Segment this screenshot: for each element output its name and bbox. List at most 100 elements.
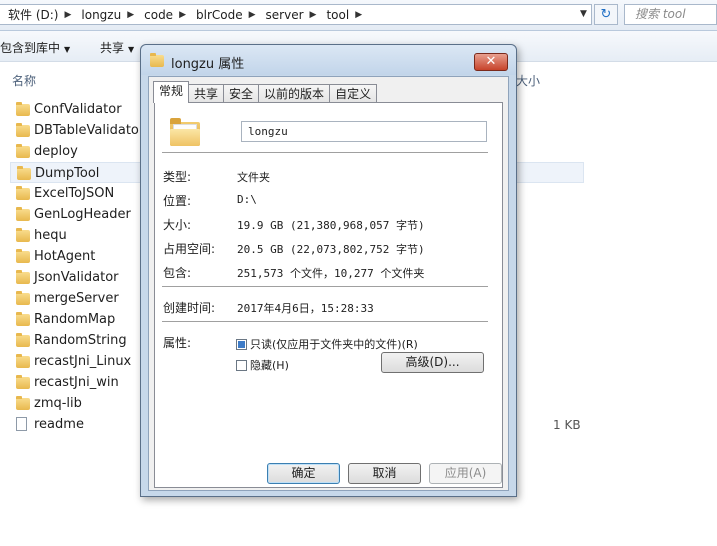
refresh-button[interactable]: ↻ (594, 4, 618, 25)
file-name: DBTableValidator (34, 123, 145, 138)
breadcrumb-item[interactable]: blrCode (188, 8, 247, 22)
file-name: ExcelToJSON (34, 186, 115, 201)
address-bar-area: 软件 (D:) ▶ longzu ▶ code ▶ blrCode ▶ server ▶ tool ▶… (0, 0, 717, 31)
hidden-checkbox[interactable]: 隐藏(H) (236, 357, 289, 373)
folder-icon (16, 270, 30, 284)
file-name: recastJni_Linux (34, 354, 132, 369)
readonly-checkbox[interactable]: 只读(仅应用于文件夹中的文件)(R) (236, 336, 418, 352)
document-icon (16, 417, 30, 431)
advanced-button[interactable]: 高级(D)... (381, 352, 484, 373)
breadcrumb-chevron-icon[interactable]: ▶ (353, 10, 364, 20)
address-box[interactable]: 软件 (D:) ▶ longzu ▶ code ▶ blrCode ▶ server ▶ tool ▶ (0, 4, 592, 25)
refresh-icon: ↻ (600, 7, 612, 22)
file-name: deploy (34, 144, 78, 159)
include-in-library-button[interactable]: 包含到库中 ▼ (0, 39, 70, 56)
tab-1[interactable]: 共享 (188, 84, 225, 103)
dialog-title-bar[interactable]: longzu 属性 ✕ (141, 45, 516, 75)
breadcrumb-item[interactable]: tool (318, 8, 353, 22)
type-label: 类型: (163, 170, 192, 184)
search-input[interactable]: 搜索 tool (624, 4, 717, 25)
folder-icon (16, 207, 30, 221)
properties-dialog: longzu 属性 ✕ 常规 共享 安全 以前的版本 自定义 longzu 类型: 文件… (140, 44, 517, 497)
file-name: ConfValidator (34, 102, 122, 117)
checkbox-mixed-icon (236, 338, 247, 350)
tab-4[interactable]: 自定义 (329, 84, 378, 103)
tab-0[interactable]: 常规 (153, 81, 190, 103)
created-label: 创建时间: (163, 301, 216, 315)
folder-icon (16, 312, 30, 326)
size-on-disk-value: 20.5 GB (22,073,802,752 字节) (237, 243, 425, 256)
location-label: 位置: (163, 194, 192, 208)
chevron-down-icon: ▼ (64, 45, 71, 54)
checkbox-icon (236, 359, 247, 371)
file-name: hequ (34, 228, 67, 243)
contains-label: 包含: (163, 266, 192, 280)
chevron-down-icon: ▼ (128, 45, 135, 54)
tab-strip: 常规 共享 安全 以前的版本 自定义 (153, 81, 378, 103)
attributes-label: 属性: (163, 336, 192, 350)
share-button[interactable]: 共享 ▼ (100, 39, 134, 56)
type-value: 文件夹 (237, 171, 270, 184)
file-name: recastJni_win (34, 375, 119, 390)
folder-icon (16, 186, 30, 200)
divider (162, 321, 488, 323)
breadcrumb-chevron-icon[interactable]: ▶ (308, 10, 319, 20)
apply-button[interactable]: 应用(A) (429, 463, 502, 484)
tab-3[interactable]: 以前的版本 (258, 84, 331, 103)
contains-value: 251,573 个文件，10,277 个文件夹 (237, 267, 425, 280)
file-size: 1 KB (553, 418, 581, 432)
folder-icon (16, 123, 30, 137)
location-value: D:\ (237, 193, 257, 206)
dialog-title: longzu 属性 (171, 57, 245, 72)
folder-icon (16, 333, 30, 347)
close-button[interactable]: ✕ (474, 53, 508, 71)
tab-panel-general: longzu 类型: 文件夹 位置: D:\ 大小: 19.9 GB (21,3… (154, 102, 503, 488)
file-name: zmq-lib (34, 396, 82, 411)
size-on-disk-label: 占用空间: (163, 242, 216, 256)
size-label: 大小: (163, 218, 192, 232)
cancel-button[interactable]: 取消 (348, 463, 421, 484)
divider (162, 152, 488, 154)
file-name: mergeServer (34, 291, 119, 306)
folder-icon (16, 144, 30, 158)
file-name: HotAgent (34, 249, 96, 264)
readonly-label: 只读(仅应用于文件夹中的文件)(R) (250, 338, 418, 351)
column-name-header[interactable]: 名称 (12, 72, 36, 89)
folder-icon (16, 228, 30, 242)
breadcrumb-chevron-icon[interactable]: ▶ (177, 10, 188, 20)
breadcrumb-item[interactable]: server (258, 8, 308, 22)
folder-icon (150, 53, 164, 67)
folder-name-input[interactable]: longzu (241, 121, 487, 142)
share-label: 共享 (100, 41, 125, 55)
file-name: RandomString (34, 333, 127, 348)
folder-icon (17, 166, 31, 180)
divider (162, 286, 488, 288)
include-in-library-label: 包含到库中 (0, 41, 61, 55)
breadcrumb-chevron-icon[interactable]: ▶ (247, 10, 258, 20)
column-size-header[interactable]: 大小 (516, 72, 540, 89)
dialog-body: 常规 共享 安全 以前的版本 自定义 longzu 类型: 文件夹 位置: D:\ 大小… (148, 76, 509, 491)
breadcrumb-item[interactable]: 软件 (D:) (0, 6, 62, 23)
folder-icon (16, 396, 30, 410)
created-value: 2017年4月6日，15:28:33 (237, 302, 374, 315)
size-value: 19.9 GB (21,380,968,057 字节) (237, 219, 425, 232)
file-name: readme (34, 417, 84, 432)
folder-icon (16, 354, 30, 368)
file-name: RandomMap (34, 312, 116, 327)
file-name: JsonValidator (34, 270, 119, 285)
folder-icon (16, 375, 30, 389)
breadcrumb-chevron-icon[interactable]: ▶ (62, 10, 73, 20)
file-name: DumpTool (35, 166, 100, 181)
hidden-label: 隐藏(H) (250, 359, 289, 372)
large-folder-icon (170, 118, 200, 146)
folder-icon (16, 249, 30, 263)
file-name: GenLogHeader (34, 207, 131, 222)
breadcrumb-chevron-icon[interactable]: ▶ (125, 10, 136, 20)
folder-icon (16, 102, 30, 116)
breadcrumb-item[interactable]: code (136, 8, 177, 22)
folder-icon (16, 291, 30, 305)
ok-button[interactable]: 确定 (267, 463, 340, 484)
close-icon: ✕ (485, 54, 497, 69)
breadcrumb-item[interactable]: longzu (73, 8, 125, 22)
tab-2[interactable]: 安全 (223, 84, 260, 103)
